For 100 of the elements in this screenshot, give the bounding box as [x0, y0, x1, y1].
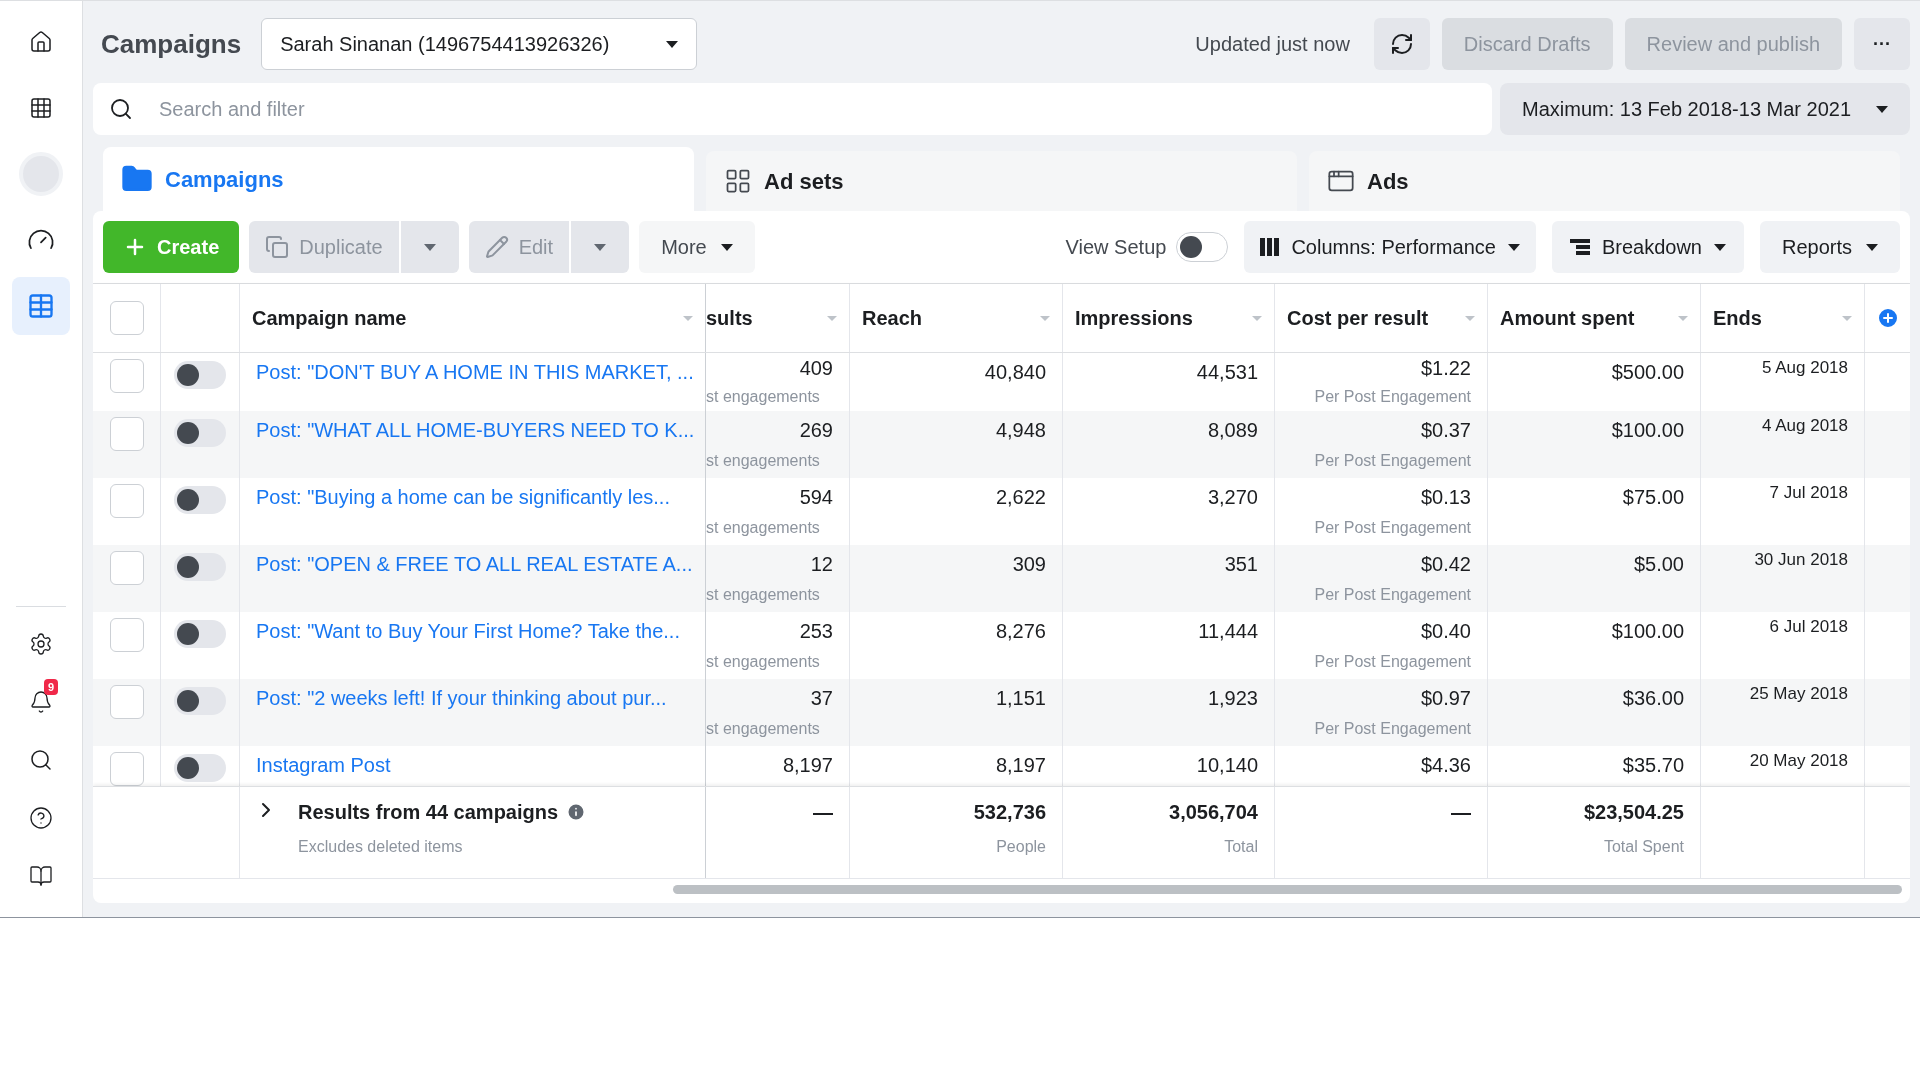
- sidebar-item[interactable]: 9: [12, 673, 70, 731]
- row-checkbox[interactable]: [109, 417, 144, 451]
- column-header[interactable]: Ends: [1701, 284, 1865, 352]
- amount-spent-value: $75.00: [1622, 485, 1684, 510]
- settings-icon: [29, 632, 53, 656]
- results-value: 12: [810, 552, 833, 577]
- impressions-value: 10,140: [1196, 753, 1258, 778]
- table-row[interactable]: Post: "WHAT ALL HOME-BUYERS NEED TO K... 269 st engagements 4,948 8,089 $0.37 Per Post Engagement $100.00 4 Aug 2018: [93, 411, 1910, 478]
- toggle-switch[interactable]: [174, 687, 226, 715]
- more-options-button[interactable]: ···: [1854, 18, 1910, 70]
- cost-value: $0.40: [1420, 619, 1471, 644]
- impressions-value: 11,444: [1198, 619, 1258, 644]
- tab[interactable]: Campaigns: [103, 147, 694, 211]
- page-title: Campaigns: [101, 27, 242, 61]
- column-header[interactable]: Impressions: [1063, 284, 1275, 352]
- results-type: st engagements: [706, 719, 820, 739]
- row-checkbox[interactable]: [109, 618, 144, 652]
- results-type: st engagements: [706, 518, 820, 538]
- caret-icon: [1866, 243, 1878, 251]
- column-header[interactable]: Campaign name: [240, 284, 706, 352]
- toggle-switch[interactable]: [174, 754, 226, 782]
- amount-spent-value: $35.70: [1622, 753, 1684, 778]
- reports-button[interactable]: Reports: [1759, 221, 1900, 273]
- breakdown-button[interactable]: Breakdown: [1551, 221, 1744, 273]
- horizontal-scrollbar[interactable]: [673, 885, 1902, 894]
- tab[interactable]: Ads: [1309, 151, 1900, 211]
- caret-icon: [720, 243, 733, 251]
- sort-caret-icon: [1465, 315, 1475, 321]
- results-value: 594: [799, 485, 833, 510]
- account-dropdown[interactable]: Sarah Sinanan (1496754413926326): [261, 18, 698, 70]
- end-date: 7 Jul 2018: [1769, 482, 1848, 504]
- sidebar-item[interactable]: [12, 277, 70, 335]
- impressions-value: 351: [1224, 552, 1258, 577]
- more-button[interactable]: More: [639, 221, 755, 273]
- reach-total: 532,736: [973, 800, 1046, 825]
- cost-value: $1.22: [1420, 356, 1471, 381]
- apps-grid-icon: [29, 96, 53, 120]
- search-field[interactable]: Search and filter: [93, 83, 1492, 135]
- search-icon: [109, 97, 133, 121]
- row-checkbox[interactable]: [109, 484, 144, 518]
- toggle-switch[interactable]: [1176, 232, 1229, 262]
- notification-badge: 9: [43, 679, 58, 695]
- tab[interactable]: Ad sets: [706, 151, 1297, 211]
- toggle-switch[interactable]: [174, 620, 226, 648]
- campaign-link[interactable]: Post: "Want to Buy Your First Home? Take the...: [256, 616, 680, 646]
- totals-note: Excludes deleted items: [298, 837, 464, 857]
- toggle-switch[interactable]: [174, 361, 226, 389]
- impressions-total: 3,056,704: [1169, 800, 1258, 825]
- reach-value: 8,276: [995, 619, 1046, 644]
- row-checkbox[interactable]: [109, 752, 144, 786]
- caret-icon: [1876, 105, 1888, 113]
- column-header[interactable]: Cost per result: [1275, 284, 1488, 352]
- column-header[interactable]: Reach: [850, 284, 1063, 352]
- row-checkbox[interactable]: [109, 551, 144, 585]
- cost-type: Per Post Engagement: [1314, 518, 1471, 538]
- cost-type: Per Post Engagement: [1314, 719, 1471, 739]
- results-type: st engagements: [706, 652, 820, 672]
- campaign-link[interactable]: Post: "WHAT ALL HOME-BUYERS NEED TO K...: [256, 415, 695, 445]
- refresh-button[interactable]: [1373, 18, 1430, 70]
- toggle-switch[interactable]: [174, 553, 226, 581]
- cost-type: Per Post Engagement: [1314, 652, 1471, 672]
- toggle-switch[interactable]: [174, 486, 226, 514]
- sort-caret-icon: [1252, 315, 1262, 321]
- campaign-link[interactable]: Post: "Buying a home can be significantly les...: [256, 482, 670, 512]
- table-row[interactable]: Post: "OPEN & FREE TO ALL REAL ESTATE A... 12 st engagements 309 351 $0.42 Per Post Engagement $5.00 30 Jun 2018: [93, 545, 1910, 612]
- campaign-link[interactable]: Post: "DON'T BUY A HOME IN THIS MARKET, ...: [256, 357, 694, 387]
- campaign-link[interactable]: Post: "OPEN & FREE TO ALL REAL ESTATE A...: [256, 549, 693, 579]
- row-checkbox[interactable]: [109, 685, 144, 719]
- row-checkbox[interactable]: [109, 359, 144, 393]
- columns-button[interactable]: Columns: Performance: [1244, 221, 1536, 273]
- results-value: 409: [799, 356, 833, 381]
- caret-icon: [423, 243, 436, 251]
- end-date: 5 Aug 2018: [1761, 357, 1848, 379]
- toggle-switch[interactable]: [174, 419, 226, 447]
- reach-value: 309: [1012, 552, 1046, 577]
- campaign-link[interactable]: Post: "2 weeks left! If your thinking about pur...: [256, 683, 667, 713]
- sort-caret-icon: [1842, 315, 1852, 321]
- caret-icon: [594, 243, 607, 251]
- table-row[interactable]: Post: "2 weeks left! If your thinking about pur... 37 st engagements 1,151 1,923 $0.97 Per Post Engagement $36.00 25 May 2018: [93, 679, 1910, 746]
- cost-value: $0.13: [1420, 485, 1471, 510]
- impressions-value: 8,089: [1207, 418, 1258, 443]
- impressions-value: 3,270: [1207, 485, 1258, 510]
- cost-type: Per Post Engagement: [1314, 585, 1471, 605]
- reach-value: 1,151: [995, 686, 1046, 711]
- cost-value: $4.36: [1420, 753, 1471, 778]
- reach-value: 40,840: [984, 360, 1046, 385]
- amount-spent-value: $36.00: [1622, 686, 1684, 711]
- amount-spent-total: $23,504.25: [1583, 800, 1684, 825]
- view-setup-label: View Setup: [1065, 235, 1167, 260]
- sort-caret-icon: [827, 315, 837, 321]
- select-all-checkbox[interactable]: [109, 301, 144, 335]
- amount-spent-value: $500.00: [1611, 360, 1684, 385]
- date-range-dropdown[interactable]: Maximum: 13 Feb 2018-13 Mar 2021: [1500, 83, 1910, 135]
- caret-icon: [1713, 243, 1726, 251]
- cost-value: $0.42: [1420, 552, 1471, 577]
- cost-type: Per Post Engagement: [1314, 451, 1471, 471]
- campaign-link[interactable]: Instagram Post: [256, 750, 391, 780]
- column-header[interactable]: Amount spent: [1488, 284, 1701, 352]
- results-type: st engagements: [706, 387, 820, 407]
- column-header[interactable]: sults: [706, 284, 850, 352]
